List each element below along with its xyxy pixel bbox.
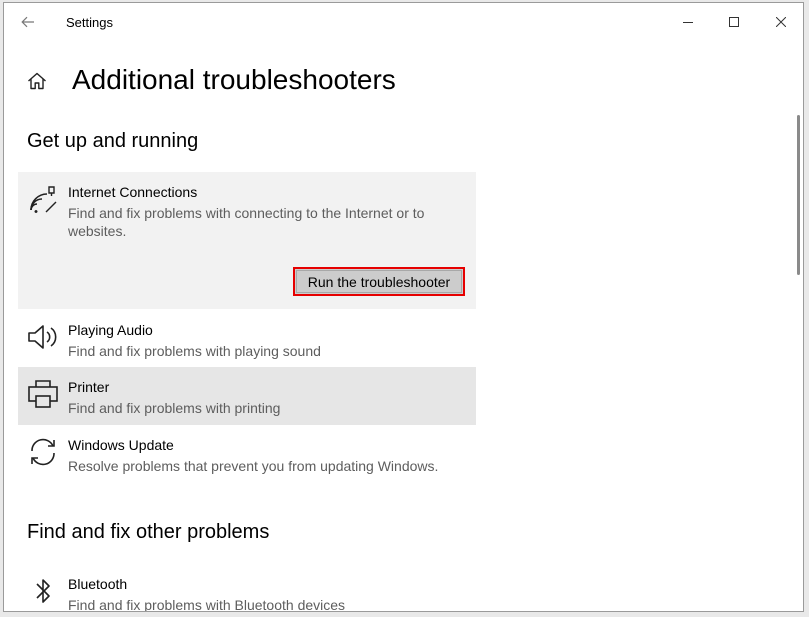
minimize-button[interactable] <box>665 3 711 41</box>
network-icon <box>26 182 60 216</box>
troubleshooter-description: Find and fix problems with Bluetooth dev… <box>68 597 346 612</box>
troubleshooter-internet-connections[interactable]: Internet Connections Find and fix proble… <box>18 172 476 309</box>
window-title: Settings <box>66 15 113 30</box>
page-title: Additional troubleshooters <box>72 64 396 95</box>
troubleshooter-description: Find and fix problems with connecting to… <box>68 205 425 239</box>
troubleshooter-description: Find and fix problems with playing sound <box>68 343 321 359</box>
close-button[interactable] <box>758 3 803 41</box>
troubleshooter-description: Resolve problems that prevent you from u… <box>68 458 439 474</box>
troubleshooter-name: Printer <box>68 379 110 395</box>
troubleshooter-printer[interactable]: Printer Find and fix problems with print… <box>18 367 476 425</box>
printer-icon <box>26 377 60 411</box>
troubleshooter-name: Internet Connections <box>68 184 198 200</box>
home-icon <box>28 72 46 90</box>
back-arrow-icon <box>21 16 34 28</box>
troubleshooter-description: Find and fix problems with printing <box>68 400 281 416</box>
close-icon <box>776 17 786 27</box>
troubleshooter-bluetooth[interactable]: Bluetooth Find and fix problems with Blu… <box>18 564 476 612</box>
troubleshooter-name: Windows Update <box>68 437 174 453</box>
settings-window: Settings Additional troubleshooters Get … <box>3 2 804 612</box>
speaker-icon <box>26 320 60 354</box>
home-button[interactable] <box>26 70 48 92</box>
title-bar: Settings <box>4 3 803 41</box>
back-button[interactable] <box>16 11 40 33</box>
refresh-icon <box>26 435 60 469</box>
minimize-icon <box>683 22 693 23</box>
bluetooth-icon <box>26 574 60 608</box>
troubleshooter-windows-update[interactable]: Windows Update Resolve problems that pre… <box>18 425 476 483</box>
troubleshooter-name: Playing Audio <box>68 322 153 338</box>
section-title-get-up-and-running: Get up and running <box>27 130 199 152</box>
page-header: Additional troubleshooters <box>26 61 396 101</box>
section-title-find-and-fix-other-problems: Find and fix other problems <box>27 521 270 543</box>
troubleshooter-playing-audio[interactable]: Playing Audio Find and fix problems with… <box>18 310 476 368</box>
run-troubleshooter-button[interactable]: Run the troubleshooter <box>293 267 465 296</box>
troubleshooter-name: Bluetooth <box>68 576 128 592</box>
maximize-icon <box>729 17 739 27</box>
scrollbar[interactable] <box>797 115 800 275</box>
maximize-button[interactable] <box>711 3 757 41</box>
